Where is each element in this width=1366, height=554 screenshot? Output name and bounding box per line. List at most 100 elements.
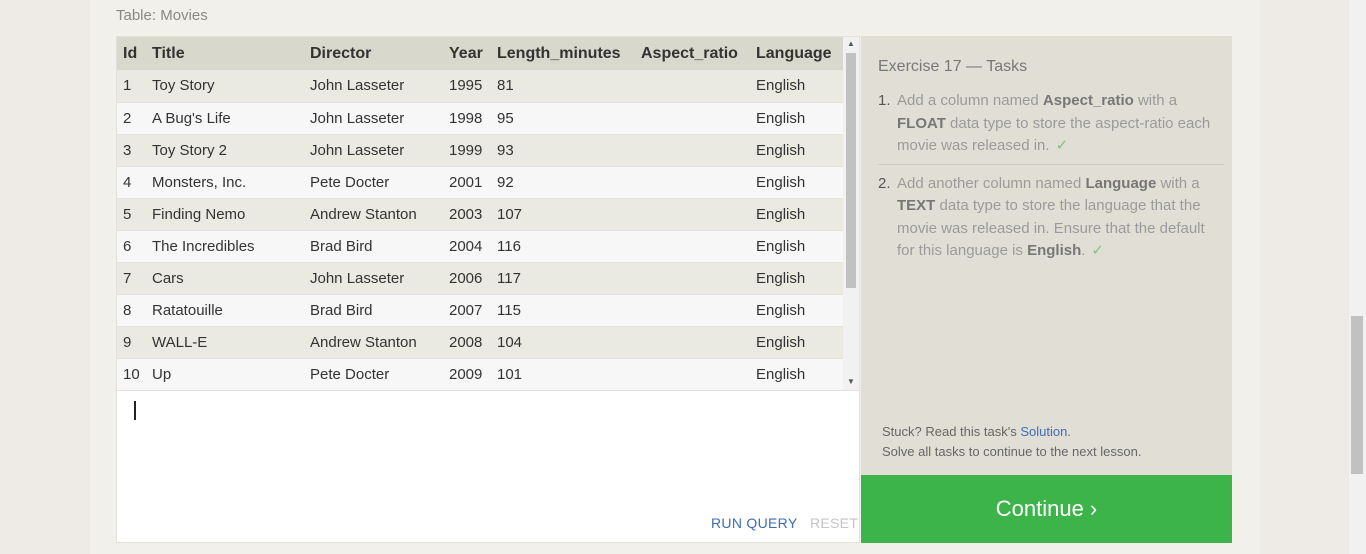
cell-aspect-ratio <box>635 198 750 231</box>
cell-length-minutes: 115 <box>491 294 635 327</box>
table-row: 3 Toy Story 2 John Lasseter 1999 93 English <box>117 134 844 167</box>
run-query-button[interactable]: RUN QUERY <box>711 515 797 531</box>
page-scroll-thumb[interactable] <box>1351 316 1363 474</box>
table-row: 5 Finding Nemo Andrew Stanton 2003 107 Englis… <box>117 198 844 231</box>
cell-id: 5 <box>117 198 146 231</box>
cell-id: 3 <box>117 134 146 167</box>
cell-length-minutes: 116 <box>491 230 635 263</box>
sql-query-editor[interactable]: RUN QUERY RESET <box>116 391 860 543</box>
stuck-suffix: . <box>1067 424 1071 439</box>
cell-aspect-ratio <box>635 166 750 199</box>
results-table-container[interactable]: Id Title Director Year Length_minutes As… <box>116 36 860 391</box>
results-scrollbar[interactable]: ▲ ▼ <box>843 37 859 390</box>
task-item: 1. Add a column named Aspect_ratio with … <box>878 90 1224 164</box>
cell-director: Andrew Stanton <box>304 326 443 359</box>
table-row: 9 WALL-E Andrew Stanton 2008 104 English <box>117 326 844 359</box>
cell-year: 1999 <box>443 134 491 167</box>
cell-aspect-ratio <box>635 134 750 167</box>
cell-aspect-ratio <box>635 70 750 103</box>
solution-link[interactable]: Solution <box>1020 424 1067 439</box>
cell-director: Andrew Stanton <box>304 198 443 231</box>
cell-year: 2008 <box>443 326 491 359</box>
task-keyword: TEXT <box>897 197 936 214</box>
task-text-segment: with a <box>1133 92 1178 109</box>
cell-director: Pete Docter <box>304 166 443 199</box>
scroll-up-arrow-icon[interactable]: ▲ <box>843 37 859 51</box>
cell-director: John Lasseter <box>304 134 443 167</box>
cell-length-minutes: 104 <box>491 326 635 359</box>
cell-length-minutes: 81 <box>491 70 635 103</box>
table-row: 6 The Incredibles Brad Bird 2004 116 English <box>117 230 844 263</box>
task-text-segment: Add another column named <box>897 174 1086 192</box>
table-header-row: Id Title Director Year Length_minutes As… <box>117 37 844 70</box>
results-scroll-thumb[interactable] <box>846 53 856 288</box>
cell-year: 2006 <box>443 262 491 295</box>
cell-year: 2007 <box>443 294 491 327</box>
cell-length-minutes: 117 <box>491 262 635 295</box>
task-number: 2. <box>878 174 891 192</box>
cell-aspect-ratio <box>635 326 750 359</box>
cell-length-minutes: 101 <box>491 358 635 390</box>
cell-length-minutes: 93 <box>491 134 635 167</box>
table-row: 1 Toy Story John Lasseter 1995 81 English <box>117 70 844 103</box>
scroll-down-arrow-icon[interactable]: ▼ <box>843 375 859 389</box>
tasks-title: Exercise 17 — Tasks <box>878 58 1028 75</box>
cell-title: Ratatouille <box>146 294 304 327</box>
cell-title: WALL-E <box>146 326 304 359</box>
cell-language: English <box>750 230 844 263</box>
cell-length-minutes: 92 <box>491 166 635 199</box>
cell-director: John Lasseter <box>304 70 443 103</box>
movies-table: Id Title Director Year Length_minutes As… <box>117 37 844 390</box>
cell-length-minutes: 107 <box>491 198 635 231</box>
solve-all-text: Solve all tasks to continue to the next … <box>882 444 1142 459</box>
cell-aspect-ratio <box>635 294 750 327</box>
help-text: Stuck? Read this task's Solution. Solve … <box>882 422 1141 462</box>
column-header-director: Director <box>304 37 443 70</box>
cell-title: The Incredibles <box>146 230 304 263</box>
column-header-id: Id <box>117 37 146 70</box>
cell-language: English <box>750 294 844 327</box>
cell-aspect-ratio <box>635 262 750 295</box>
cell-year: 2004 <box>443 230 491 263</box>
cell-language: English <box>750 102 844 135</box>
cell-language: English <box>750 134 844 167</box>
table-caption: Table: Movies <box>116 7 208 24</box>
cell-title: Toy Story 2 <box>146 134 304 167</box>
task-keyword: English <box>1027 242 1082 259</box>
cell-title: Up <box>146 358 304 390</box>
cell-id: 9 <box>117 326 146 359</box>
cell-director: Brad Bird <box>304 294 443 327</box>
cell-aspect-ratio <box>635 102 750 135</box>
reset-button[interactable]: RESET <box>810 515 858 531</box>
cell-id: 1 <box>117 70 146 103</box>
table-row: 4 Monsters, Inc. Pete Docter 2001 92 English <box>117 166 844 199</box>
cell-id: 4 <box>117 166 146 199</box>
task-list: 1. Add a column named Aspect_ratio with … <box>878 90 1224 269</box>
task-text-segment: Add a column named <box>897 92 1043 109</box>
cell-year: 2003 <box>443 198 491 231</box>
task-item: 2. Add another column named Language wit… <box>878 163 1224 269</box>
cell-title: Finding Nemo <box>146 198 304 231</box>
table-row: 8 Ratatouille Brad Bird 2007 115 English <box>117 294 844 327</box>
cell-language: English <box>750 70 844 103</box>
cell-id: 10 <box>117 358 146 390</box>
cell-aspect-ratio <box>635 230 750 263</box>
task-keyword: Aspect_ratio <box>1042 92 1134 109</box>
table-row: 7 Cars John Lasseter 2006 117 English <box>117 262 844 295</box>
task-text-segment: . <box>1081 242 1086 259</box>
column-header-language: Language <box>750 37 844 70</box>
task-text-segment: with a <box>1156 174 1200 192</box>
cell-language: English <box>750 262 844 295</box>
cell-language: English <box>750 198 844 231</box>
table-row: 10 Up Pete Docter 2009 101 English <box>117 358 844 390</box>
page-scrollbar[interactable] <box>1349 0 1366 554</box>
continue-button[interactable]: Continue › <box>861 475 1232 543</box>
cell-aspect-ratio <box>635 358 750 390</box>
cell-year: 1998 <box>443 102 491 135</box>
task-text: Add a column named Aspect_ratio with a F… <box>897 90 1224 158</box>
cell-length-minutes: 95 <box>491 102 635 135</box>
cell-title: Cars <box>146 262 304 295</box>
checkmark-icon: ✓ <box>1091 242 1104 259</box>
cell-year: 2001 <box>443 166 491 199</box>
cell-title: A Bug's Life <box>146 102 304 135</box>
